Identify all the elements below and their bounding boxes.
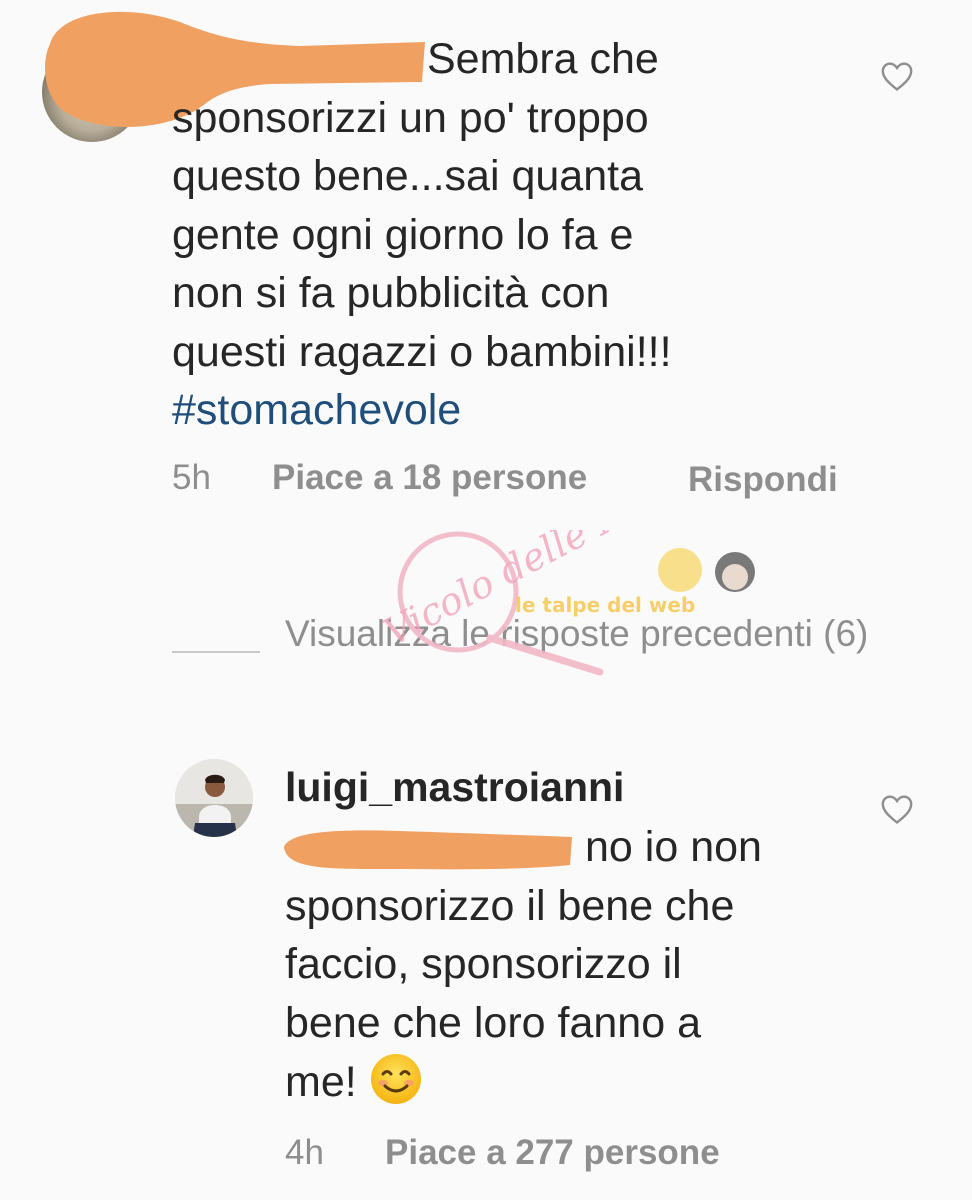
comment-line: sponsorizzi un po' troppo: [172, 93, 649, 142]
comment-line: me!: [285, 1052, 885, 1112]
comment-line: non si fa pubblicità con: [172, 269, 610, 317]
comment-timestamp: 4h: [285, 1133, 324, 1172]
avatar[interactable]: [175, 759, 253, 837]
hashtag-link[interactable]: #stomachevole: [172, 381, 772, 440]
comment-line: questo bene...sai quanta: [172, 152, 643, 200]
comment-text: Sembra che sponsorizzi un po' troppo que…: [172, 30, 772, 440]
smiling-face-emoji: [370, 1054, 421, 1104]
heart-outline-icon[interactable]: [880, 793, 914, 825]
heart-outline-icon[interactable]: [880, 60, 914, 92]
likes-count[interactable]: Piace a 277 persone: [385, 1130, 720, 1176]
comment-line: bene che loro fanno a: [285, 998, 701, 1047]
avatar-image: [175, 759, 253, 837]
comment-line: questi ragazzi o bambini!!!: [172, 327, 672, 376]
comment-line-text: me!: [285, 1058, 357, 1106]
comment-line: sponsorizzo il bene che: [285, 881, 735, 930]
thread-divider: [172, 651, 260, 653]
view-previous-replies-button[interactable]: Visualizza le risposte precedenti (6): [285, 608, 925, 660]
comment-line: gente ogni giorno lo fa e: [172, 210, 634, 259]
comment-timestamp: 5h: [172, 458, 211, 497]
comment-line: faccio, sponsorizzo il: [285, 940, 682, 988]
comment-username[interactable]: luigi_mastroianni: [285, 764, 624, 811]
likes-count[interactable]: Piace a 18 persone: [272, 455, 587, 501]
reply-button[interactable]: Rispondi: [688, 455, 838, 505]
comment-line: no io non: [585, 823, 762, 871]
comment-line: Sembra che: [427, 35, 659, 83]
comment-text: no io non sponsorizzo il bene che faccio…: [285, 818, 885, 1112]
